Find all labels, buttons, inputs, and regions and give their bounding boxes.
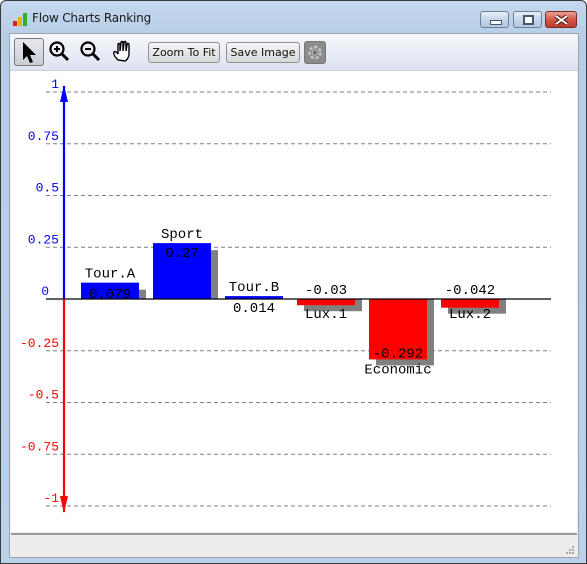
app-window: Flow Charts Ranking Zoom To Fit Save Ima… xyxy=(0,0,587,564)
y-tick-label: 0.75 xyxy=(28,129,59,144)
y-tick-label: 0.25 xyxy=(28,232,59,247)
arrow-pointer-icon xyxy=(23,42,36,63)
category-label: Sport xyxy=(161,227,203,243)
value-label: -0.292 xyxy=(373,346,423,362)
pan-tool-button[interactable] xyxy=(109,38,139,66)
value-label: -0.042 xyxy=(445,283,495,299)
bar-chart-app-icon xyxy=(13,12,29,26)
zoom-to-fit-button[interactable]: Zoom To Fit xyxy=(148,42,220,63)
chart-area[interactable]: 1 0.75 0.5 0.25 0 -0.25 -0.5 -0.75 -1 Tour.A 0.079… xyxy=(11,71,577,532)
client-area: Zoom To Fit Save Image 1 0.75 0.5 0.25 0 -0.2… xyxy=(9,33,579,558)
settings-button[interactable] xyxy=(304,41,326,64)
y-tick-label: -0.25 xyxy=(20,336,59,351)
value-label: 0.014 xyxy=(233,301,275,317)
resize-grip-icon[interactable] xyxy=(565,545,575,555)
value-label: 0.079 xyxy=(89,287,131,303)
y-tick-label: 1 xyxy=(51,77,59,92)
y-tick-label: -0.75 xyxy=(20,439,59,454)
category-label: Tour.A xyxy=(85,267,136,283)
zoom-in-icon xyxy=(49,41,70,62)
bar-chart: 1 0.75 0.5 0.25 0 -0.25 -0.5 -0.75 -1 Tour.A 0.079… xyxy=(20,77,551,513)
zoom-out-icon xyxy=(80,41,101,62)
close-button[interactable] xyxy=(545,11,577,28)
zoom-out-tool-button[interactable] xyxy=(77,38,107,66)
maximize-icon xyxy=(523,15,534,25)
category-label: Tour.B xyxy=(229,280,279,296)
negative-axis-arrow xyxy=(60,496,68,513)
title-bar[interactable]: Flow Charts Ranking xyxy=(1,1,586,35)
category-label: Economic xyxy=(364,362,431,378)
toolbar: Zoom To Fit Save Image xyxy=(10,34,578,71)
minimize-button[interactable] xyxy=(480,11,509,28)
positive-axis-arrow xyxy=(60,85,68,102)
zoom-in-tool-button[interactable] xyxy=(46,38,76,66)
status-bar xyxy=(11,533,577,557)
category-label: Lux.1 xyxy=(305,307,347,323)
maximize-button[interactable] xyxy=(513,11,542,28)
hand-pan-icon xyxy=(113,40,130,62)
close-icon xyxy=(555,15,568,25)
pointer-tool-button[interactable] xyxy=(14,38,44,66)
save-image-button[interactable]: Save Image xyxy=(226,42,300,63)
category-label: Lux.2 xyxy=(449,307,491,323)
y-tick-label: 0.5 xyxy=(36,181,59,196)
minimize-icon xyxy=(490,20,502,25)
value-label: -0.03 xyxy=(305,283,347,299)
y-tick-label: -0.5 xyxy=(28,388,59,403)
window-title: Flow Charts Ranking xyxy=(32,11,151,25)
value-label: 0.27 xyxy=(165,246,199,262)
y-tick-label: -1 xyxy=(43,491,59,506)
y-tick-label: 0 xyxy=(41,284,49,299)
bar xyxy=(297,299,355,306)
gear-icon xyxy=(308,45,322,60)
